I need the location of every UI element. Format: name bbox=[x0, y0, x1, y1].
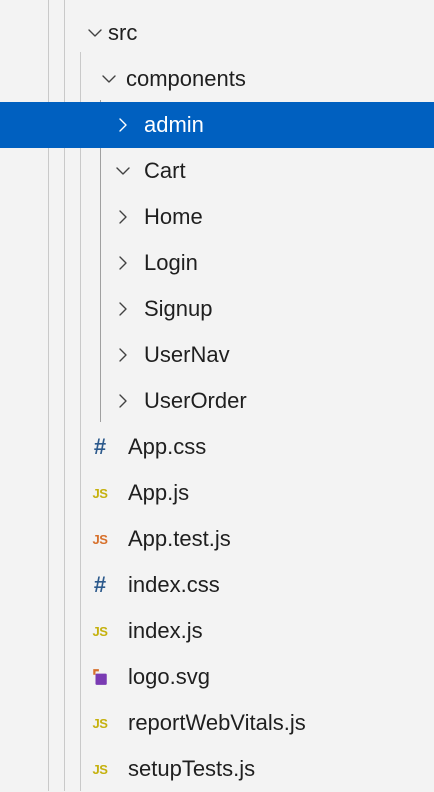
tree-folder-cart[interactable]: Cart bbox=[0, 148, 434, 194]
tree-item-label: Signup bbox=[144, 296, 213, 321]
tree-item-label: App.js bbox=[128, 480, 190, 505]
js-file-icon: JS bbox=[92, 715, 108, 731]
css-file-icon: # bbox=[93, 572, 107, 597]
tree-item-label: UserOrder bbox=[144, 388, 247, 413]
tree-folder-src[interactable]: src bbox=[0, 10, 434, 56]
tree-file-index-css[interactable]: # index.css bbox=[0, 562, 434, 608]
tree-item-label: logo.svg bbox=[128, 664, 210, 689]
tree-folder-components[interactable]: components bbox=[0, 56, 434, 102]
tree-file-app-css[interactable]: # App.css bbox=[0, 424, 434, 470]
tree-file-setup-tests[interactable]: JS setupTests.js bbox=[0, 746, 434, 792]
tree-item-label: components bbox=[126, 66, 246, 91]
tree-folder-usernav[interactable]: UserNav bbox=[0, 332, 434, 378]
tree-folder-admin[interactable]: admin bbox=[0, 102, 434, 148]
svg-file-icon bbox=[88, 654, 112, 700]
tree-item-label: src bbox=[108, 20, 138, 45]
chevron-right-icon[interactable] bbox=[112, 286, 134, 332]
js-file-icon: JS bbox=[92, 761, 108, 777]
tree-item-label: UserNav bbox=[144, 342, 230, 367]
tree-folder-signup[interactable]: Signup bbox=[0, 286, 434, 332]
tree-file-report-web-vitals[interactable]: JS reportWebVitals.js bbox=[0, 700, 434, 746]
chevron-down-icon[interactable] bbox=[84, 10, 106, 56]
tree-item-label: admin bbox=[144, 112, 204, 137]
chevron-down-icon[interactable] bbox=[98, 56, 120, 102]
js-file-icon: JS bbox=[92, 485, 108, 501]
css-file-icon: # bbox=[93, 434, 107, 459]
tree-item-label: index.js bbox=[128, 618, 203, 643]
tree-folder-userorder[interactable]: UserOrder bbox=[0, 378, 434, 424]
tree-file-logo-svg[interactable]: logo.svg bbox=[0, 654, 434, 700]
chevron-right-icon[interactable] bbox=[112, 194, 134, 240]
tree-item-label: Home bbox=[144, 204, 203, 229]
chevron-right-icon[interactable] bbox=[112, 332, 134, 378]
tree-folder-login[interactable]: Login bbox=[0, 240, 434, 286]
tree-item-label: Cart bbox=[144, 158, 186, 183]
tree-file-index-js[interactable]: JS index.js bbox=[0, 608, 434, 654]
tree-folder-home[interactable]: Home bbox=[0, 194, 434, 240]
chevron-down-icon[interactable] bbox=[112, 148, 134, 194]
tree-item-label: Login bbox=[144, 250, 198, 275]
tree-item-label: reportWebVitals.js bbox=[128, 710, 306, 735]
tree-item-label: App.test.js bbox=[128, 526, 231, 551]
tree-item-label: App.css bbox=[128, 434, 207, 459]
tree-item-label: setupTests.js bbox=[128, 756, 256, 781]
tree-file-app-js[interactable]: JS App.js bbox=[0, 470, 434, 516]
chevron-right-icon[interactable] bbox=[112, 102, 134, 148]
chevron-right-icon[interactable] bbox=[112, 240, 134, 286]
tree-item-label: index.css bbox=[128, 572, 220, 597]
file-explorer-tree: src components admin Cart Home Login Signup Use… bbox=[0, 0, 434, 791]
tree-file-app-test-js[interactable]: JS App.test.js bbox=[0, 516, 434, 562]
js-file-icon: JS bbox=[92, 623, 108, 639]
chevron-right-icon[interactable] bbox=[112, 378, 134, 424]
js-test-file-icon: JS bbox=[92, 531, 108, 547]
